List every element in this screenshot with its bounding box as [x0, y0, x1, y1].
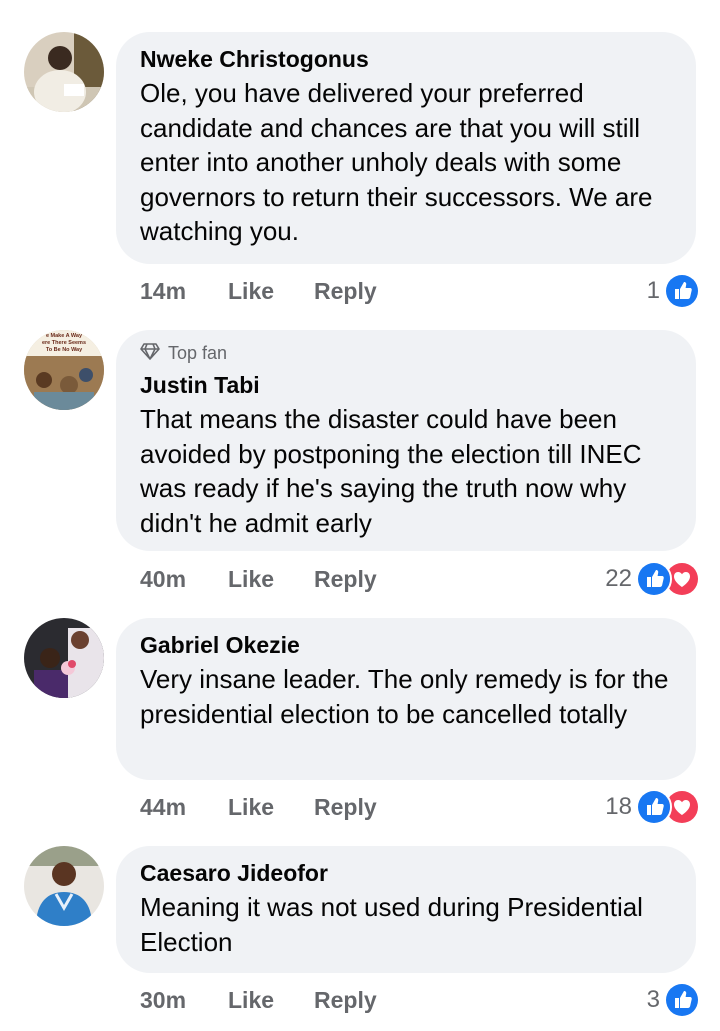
reply-button[interactable]: Reply: [314, 561, 377, 597]
avatar-text-line: To Be No Way: [46, 347, 83, 353]
reaction-count: 1: [646, 277, 660, 304]
avatar-photo: [24, 846, 104, 926]
comment-text: Ole, you have delivered your preferred c…: [140, 78, 653, 246]
like-icon: [664, 273, 700, 309]
comment-actions: 30m Like Reply 3: [140, 982, 700, 1018]
like-icon: [636, 789, 672, 825]
avatar-photo: [24, 32, 104, 112]
comment-author[interactable]: Justin Tabi: [140, 370, 672, 400]
comment-actions: 14m Like Reply 1: [140, 273, 700, 309]
comment-text: That means the disaster could have been …: [140, 404, 642, 538]
top-fan-badge: Top fan: [140, 342, 672, 364]
avatar[interactable]: [24, 846, 104, 926]
avatar-text-line: ere There Seems: [42, 340, 86, 346]
avatar[interactable]: e Make A Way ere There Seems To Be No Wa…: [24, 330, 104, 410]
comment-time[interactable]: 40m: [140, 561, 186, 597]
avatar[interactable]: [24, 618, 104, 698]
comment-bubble: Gabriel Okezie Very insane leader. The o…: [116, 618, 696, 780]
comment-actions: 40m Like Reply 22: [140, 561, 700, 597]
like-button[interactable]: Like: [228, 982, 274, 1018]
comment-time[interactable]: 44m: [140, 789, 186, 825]
comment-text: Meaning it was not used during President…: [140, 892, 643, 957]
like-button[interactable]: Like: [228, 273, 274, 309]
top-fan-label: Top fan: [168, 342, 228, 363]
avatar[interactable]: [24, 32, 104, 112]
reaction-count: 22: [605, 565, 632, 592]
reply-button[interactable]: Reply: [314, 982, 377, 1018]
like-icon: [664, 982, 700, 1018]
avatar-text-line: e Make A Way: [46, 333, 83, 339]
like-button[interactable]: Like: [228, 789, 274, 825]
comment-time[interactable]: 30m: [140, 982, 186, 1018]
avatar-photo: e Make A Way ere There Seems To Be No Wa…: [24, 330, 104, 410]
diamond-icon: [140, 342, 160, 365]
comment-bubble: Caesaro Jideofor Meaning it was not used…: [116, 846, 696, 973]
reply-button[interactable]: Reply: [314, 273, 377, 309]
comment-bubble: Nweke Christogonus Ole, you have deliver…: [116, 32, 696, 264]
reaction-summary[interactable]: 22: [605, 561, 700, 597]
comment-author[interactable]: Nweke Christogonus: [140, 44, 672, 74]
comment-time[interactable]: 14m: [140, 273, 186, 309]
comment-author[interactable]: Caesaro Jideofor: [140, 858, 672, 888]
reaction-summary[interactable]: 18: [605, 789, 700, 825]
comment-author[interactable]: Gabriel Okezie: [140, 630, 672, 660]
reaction-summary[interactable]: 3: [647, 982, 700, 1018]
reaction-count: 3: [646, 986, 660, 1013]
comment-bubble: Top fan Justin Tabi That means the disas…: [116, 330, 696, 551]
comment-actions: 44m Like Reply 18: [140, 789, 700, 825]
comment-text: Very insane leader. The only remedy is f…: [140, 664, 669, 729]
like-button[interactable]: Like: [228, 561, 274, 597]
avatar-photo: [24, 618, 104, 698]
reply-button[interactable]: Reply: [314, 789, 377, 825]
like-icon: [636, 561, 672, 597]
reaction-summary[interactable]: 1: [647, 273, 700, 309]
reaction-count: 18: [605, 793, 632, 820]
